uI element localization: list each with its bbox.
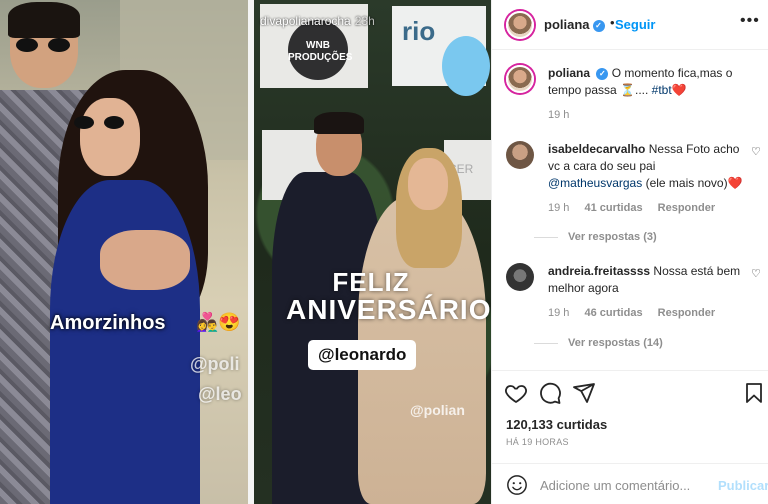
avatar[interactable] [506, 141, 534, 169]
comment-body: andreia.freitassss Nossa está bem melhor… [548, 263, 748, 322]
story-sticker-emoji: 👩‍❤️‍👨😍 [196, 312, 241, 332]
heart-icon[interactable] [504, 381, 528, 405]
mention-link[interactable]: @matheusvargas [548, 176, 642, 190]
birthday-sticker: FELIZ ANIVERSÁRIO! [286, 267, 491, 325]
story-sticker-text: Amorzinhos [50, 312, 166, 334]
story-mention-sticker: @leonardo [308, 340, 417, 370]
photo-man-sunglasses [16, 38, 70, 52]
comment-time[interactable]: 19 h [548, 202, 569, 214]
story-username-text: divapolianarocha [260, 14, 351, 28]
birthday-line-1: FELIZ [332, 267, 410, 297]
comment-like-heart-icon[interactable]: ♡ [751, 267, 761, 280]
post-sidebar: poliana ✓ • Seguir ••• poliana ✓ O moment… [491, 0, 768, 504]
photo-man-hair [8, 2, 80, 38]
photo-woman-face [80, 98, 140, 176]
comment-meta: 19 h 41 curtidas Responder [548, 200, 748, 217]
emoji-icon[interactable] [506, 474, 528, 496]
view-replies-button[interactable]: Ver respostas (14) [534, 337, 663, 349]
reply-button[interactable]: Responder [658, 202, 715, 214]
add-comment-bar: Publicar [492, 463, 768, 504]
story-time: 23h [354, 14, 375, 28]
balloon-decoration [442, 36, 490, 96]
birthday-line-2: ANIVERSÁRIO! [286, 294, 491, 325]
comment-icon[interactable] [538, 381, 562, 405]
bookmark-icon[interactable] [742, 381, 766, 405]
story-mention: @polian [410, 402, 465, 418]
likes-count[interactable]: 120,133 curtidas [506, 417, 607, 432]
caption-emoji: ❤️ [671, 83, 687, 97]
photo-woman-face [408, 158, 448, 210]
comment-username[interactable]: andreia.freitassss [548, 264, 650, 278]
comment-likes[interactable]: 41 curtidas [584, 202, 642, 214]
wnb-logo: WNB PRODUÇÕES [288, 20, 352, 80]
photo-woman-sweater [50, 180, 200, 504]
comment-username[interactable]: isabeldecarvalho [548, 142, 645, 156]
caption-username[interactable]: poliana ✓ [548, 66, 609, 80]
photo-man-hair [314, 112, 364, 134]
photo-woman-sunglasses [74, 116, 124, 130]
comment-body: isabeldecarvalho Nessa Foto acho vc a ca… [548, 141, 748, 217]
caption-body: poliana ✓ O momento fica,mas o tempo pas… [548, 65, 748, 124]
reply-button[interactable]: Responder [658, 307, 715, 319]
separator-dot: • [610, 15, 615, 30]
story-username: divapolianarocha 23h [260, 14, 375, 28]
comment-likes[interactable]: 46 curtidas [584, 307, 642, 319]
follow-button[interactable]: Seguir [615, 17, 655, 32]
header-username[interactable]: poliana ✓ [544, 17, 605, 32]
comment-like-heart-icon[interactable]: ♡ [751, 145, 761, 158]
comment-text-after: (ele mais novo)❤️ [642, 176, 743, 190]
comment-meta: 19 h 46 curtidas Responder [548, 305, 748, 322]
caption-username-text[interactable]: poliana [548, 66, 590, 80]
avatar[interactable] [506, 11, 534, 39]
more-options-icon[interactable]: ••• [740, 12, 760, 30]
story-mention: @poli [190, 354, 240, 374]
caption-time[interactable]: 19 h [548, 109, 569, 121]
post-actions: 120,133 curtidas HÁ 19 HORAS Publicar [492, 370, 768, 504]
photo-couple-vintage: Amorzinhos 👩‍❤️‍👨😍 @poli @leo [0, 0, 248, 504]
view-replies-button[interactable]: Ver respostas (3) [534, 231, 657, 243]
post-header: poliana ✓ • Seguir ••• [492, 0, 768, 50]
comments-section: poliana ✓ O momento fica,mas o tempo pas… [492, 51, 768, 371]
avatar[interactable] [506, 65, 534, 93]
share-icon[interactable] [572, 381, 596, 405]
header-username-text[interactable]: poliana [544, 17, 590, 32]
photo-hands [100, 230, 190, 290]
avatar[interactable] [506, 263, 534, 291]
publish-button[interactable]: Publicar [718, 478, 768, 493]
caption-meta: 19 h [548, 107, 748, 124]
verified-icon: ✓ [592, 19, 605, 32]
comment-input[interactable] [540, 474, 700, 496]
post-media[interactable]: Amorzinhos 👩‍❤️‍👨😍 @poli @leo WNB PRODUÇÕ… [0, 0, 491, 504]
comment-time[interactable]: 19 h [548, 307, 569, 319]
hashtag-link[interactable]: #tbt [652, 83, 672, 97]
photo-event-couple: WNB PRODUÇÕES rio CER divapolianarocha 23h… [254, 0, 491, 504]
verified-icon: ✓ [596, 67, 609, 80]
post-timestamp[interactable]: HÁ 19 HORAS [506, 437, 569, 447]
story-mention: @leo [198, 384, 242, 404]
